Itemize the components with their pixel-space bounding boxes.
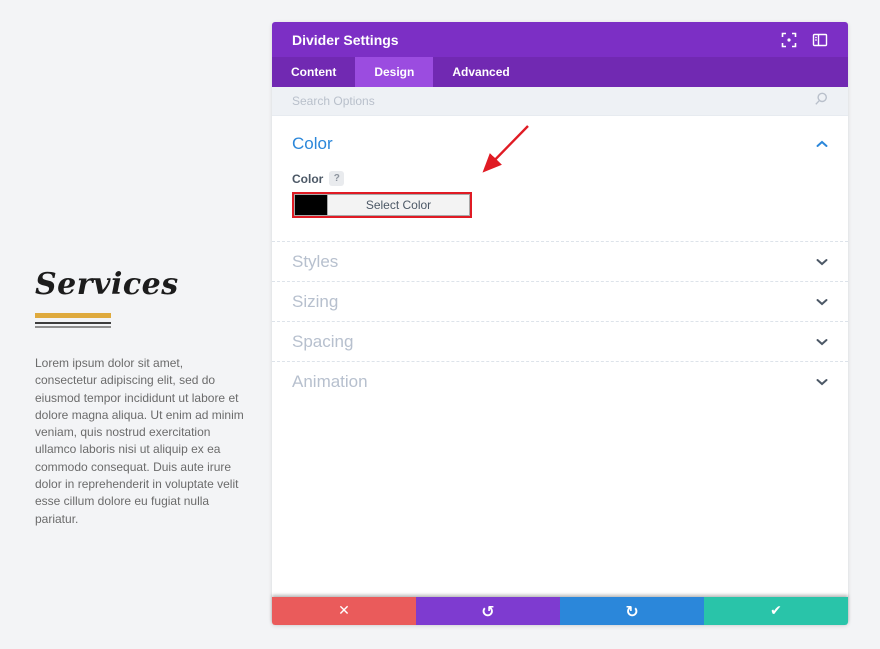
- help-badge[interactable]: ?: [329, 171, 345, 186]
- color-picker-control: Select Color: [294, 194, 470, 216]
- redo-button[interactable]: ↻: [560, 597, 704, 625]
- chevron-down-icon: [816, 333, 828, 351]
- chevron-down-icon: [816, 293, 828, 311]
- discard-button[interactable]: ✕: [272, 597, 416, 625]
- page-section-services: Services Lorem ipsum dolor sit amet, con…: [35, 266, 247, 528]
- section-toggle-sizing[interactable]: Sizing: [272, 281, 848, 321]
- toggle-title: Sizing: [292, 291, 339, 311]
- divider-gray-line: [35, 326, 111, 328]
- modal-action-bar: ✕ ↺ ↻ ✔: [272, 597, 848, 625]
- page-title: Services: [35, 267, 179, 302]
- dock-panel-icon[interactable]: [812, 32, 828, 48]
- chevron-down-icon: [816, 373, 828, 391]
- expand-modal-icon[interactable]: [781, 32, 797, 48]
- select-color-button[interactable]: Select Color: [327, 195, 469, 215]
- chevron-up-icon: [816, 135, 828, 153]
- color-swatch[interactable]: [295, 195, 327, 215]
- undo-button[interactable]: ↺: [416, 597, 560, 625]
- modal-title: Divider Settings: [292, 31, 399, 48]
- toggle-title: Styles: [292, 251, 339, 271]
- modal-header: Divider Settings: [272, 22, 848, 57]
- divider-module: [35, 313, 111, 328]
- toggle-title: Animation: [292, 371, 368, 391]
- color-field-label-row: Color ?: [292, 171, 828, 186]
- color-section-header[interactable]: Color: [292, 134, 828, 154]
- body-paragraph: Lorem ipsum dolor sit amet, consectetur …: [35, 356, 244, 526]
- tab-advanced[interactable]: Advanced: [433, 57, 528, 87]
- toggle-title: Spacing: [292, 331, 354, 351]
- divider-dark-line: [35, 322, 111, 324]
- search-input[interactable]: [292, 94, 814, 108]
- section-toggle-styles[interactable]: Styles: [272, 241, 848, 281]
- color-field-label: Color: [292, 171, 324, 186]
- divider-settings-modal: Divider Settings Content Design Advanced: [272, 22, 848, 625]
- tab-design[interactable]: Design: [355, 57, 434, 87]
- tab-content[interactable]: Content: [272, 57, 355, 87]
- annotation-highlight-box: Select Color: [292, 192, 472, 218]
- color-section-title: Color: [292, 134, 333, 153]
- section-toggle-animation[interactable]: Animation: [272, 361, 848, 401]
- save-button[interactable]: ✔: [704, 597, 848, 625]
- modal-tab-bar: Content Design Advanced: [272, 57, 848, 87]
- search-bar: [272, 87, 848, 116]
- search-icon: [814, 92, 828, 111]
- color-section: Color Color ? Select Color: [272, 116, 848, 241]
- section-toggle-spacing[interactable]: Spacing: [272, 321, 848, 361]
- chevron-down-icon: [816, 253, 828, 271]
